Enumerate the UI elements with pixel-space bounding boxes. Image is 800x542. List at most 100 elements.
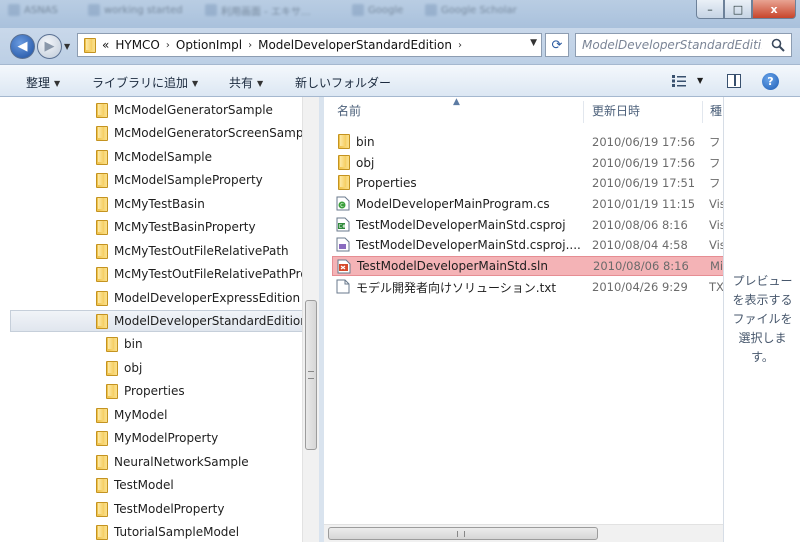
help-icon: ? xyxy=(767,75,774,88)
column-header-name[interactable]: 名前 xyxy=(337,97,361,124)
tree-scrollbar-thumb[interactable] xyxy=(305,300,317,450)
tree-item[interactable]: McModelSampleProperty xyxy=(94,169,263,191)
tree-item[interactable]: McModelSample xyxy=(94,146,212,168)
arrow-left-icon: ◀ xyxy=(17,39,28,54)
navigation-bar: ◀ ▶ ▼ « HYMCO › OptionImpl › ModelDevelo… xyxy=(0,28,800,64)
tree-item[interactable]: ModelDeveloperExpressEdition xyxy=(94,287,300,309)
minimize-button[interactable]: – xyxy=(696,0,724,19)
refresh-icon: ⟳ xyxy=(551,37,563,53)
column-divider[interactable] xyxy=(702,101,703,123)
tree-item[interactable]: TestModel xyxy=(94,474,174,496)
file-row[interactable]: obj 2010/06/19 17:56 フ xyxy=(332,153,723,173)
forward-button[interactable]: ▶ xyxy=(37,34,62,59)
tree-item[interactable]: TutorialSampleModel xyxy=(94,521,239,542)
column-divider[interactable] xyxy=(583,101,584,123)
tree-item[interactable]: McModelGeneratorScreenSample xyxy=(94,122,302,144)
search-icon[interactable] xyxy=(771,38,785,52)
svg-text:C: C xyxy=(340,203,344,209)
caret-down-icon: ▼ xyxy=(257,79,264,88)
folder-icon xyxy=(94,126,108,141)
search-input[interactable] xyxy=(582,38,762,52)
taskbar-thumb: 利用画面 - エキサ... xyxy=(205,2,311,18)
chevron-right-icon[interactable]: › xyxy=(248,40,252,51)
breadcrumb-optionimpl[interactable]: OptionImpl xyxy=(176,38,242,52)
file-row[interactable]: C ModelDeveloperMainProgram.cs 2010/01/1… xyxy=(332,194,723,214)
folder-icon xyxy=(104,361,118,376)
file-list-scrollbar[interactable] xyxy=(324,524,723,542)
folder-icon xyxy=(94,267,108,282)
organize-menu-button[interactable]: 整理 ▼ xyxy=(26,74,60,91)
breadcrumb-current-folder[interactable]: ModelDeveloperStandardEdition xyxy=(258,38,452,52)
tree-item[interactable]: MyModel xyxy=(94,404,167,426)
preview-message: プレビュー を表示する ファイルを 選択しま す。 xyxy=(732,274,793,364)
folder-icon xyxy=(94,150,108,165)
tree-item[interactable]: NeuralNetworkSample xyxy=(94,451,249,473)
tree-scrollbar[interactable] xyxy=(302,97,319,542)
folder-icon xyxy=(94,173,108,188)
folder-icon xyxy=(94,220,108,235)
tree-item-selected[interactable]: ModelDeveloperStandardEdition xyxy=(10,310,302,332)
caret-down-icon: ▼ xyxy=(192,79,199,88)
taskbar-thumb: working started xyxy=(88,2,183,18)
taskbar-thumb: Google Scholar xyxy=(425,2,517,18)
folder-icon xyxy=(94,244,108,259)
arrow-right-icon: ▶ xyxy=(44,39,55,54)
help-button[interactable]: ? xyxy=(762,73,779,90)
close-button[interactable]: x xyxy=(752,0,796,19)
breadcrumb-overflow[interactable]: « xyxy=(102,38,109,52)
tree-item[interactable]: MyModelProperty xyxy=(94,427,218,449)
text-file-icon xyxy=(336,279,350,294)
svg-text:C#: C# xyxy=(339,224,347,230)
add-to-library-menu-button[interactable]: ライブラリに追加 ▼ xyxy=(92,74,198,91)
folder-icon xyxy=(94,478,108,493)
folder-icon xyxy=(94,431,108,446)
tree-item[interactable]: TestModelProperty xyxy=(94,498,224,520)
file-list-scrollbar-thumb[interactable] xyxy=(328,527,598,540)
address-dropdown[interactable]: ▼ xyxy=(530,38,537,48)
folder-icon xyxy=(94,525,108,540)
csproj-file-icon: C# xyxy=(336,217,350,232)
folder-icon xyxy=(104,337,118,352)
view-options-dropdown[interactable]: ▼ xyxy=(697,76,703,85)
back-button[interactable]: ◀ xyxy=(10,34,35,59)
refresh-button[interactable]: ⟳ xyxy=(545,33,569,57)
tree-item[interactable]: McMyTestBasinProperty xyxy=(94,216,256,238)
breadcrumb-hymco[interactable]: HYMCO xyxy=(115,38,160,52)
sort-ascending-icon: ▲ xyxy=(453,97,460,107)
folder-icon xyxy=(336,155,350,170)
tree-item[interactable]: McMyTestOutFileRelativePath xyxy=(94,240,289,262)
folder-icon xyxy=(94,314,108,329)
tree-item[interactable]: McModelGeneratorSample xyxy=(94,99,273,121)
view-options-icon[interactable] xyxy=(672,75,686,87)
tree-item[interactable]: Properties xyxy=(104,380,185,402)
file-row[interactable]: Properties 2010/06/19 17:51 フ xyxy=(332,173,723,193)
column-header-date[interactable]: 更新日時 xyxy=(592,97,640,124)
new-folder-button[interactable]: 新しいフォルダー xyxy=(295,74,391,91)
column-header-type[interactable]: 種 xyxy=(710,97,722,124)
preview-pane: プレビュー を表示する ファイルを 選択しま す。 xyxy=(723,97,800,542)
taskbar-thumb: ASNAS xyxy=(8,2,58,18)
address-bar[interactable]: « HYMCO › OptionImpl › ModelDeveloperSta… xyxy=(77,33,542,57)
folder-icon xyxy=(336,134,350,149)
tree-item[interactable]: McMyTestBasin xyxy=(94,193,205,215)
file-row[interactable]: bin 2010/06/19 17:56 フ xyxy=(332,132,723,152)
solution-file-icon xyxy=(337,259,351,274)
window-controls: – □ x xyxy=(696,0,796,19)
chevron-right-icon[interactable]: › xyxy=(166,40,170,51)
recent-pages-dropdown[interactable]: ▼ xyxy=(64,42,70,51)
folder-icon xyxy=(94,455,108,470)
file-list: ▲ 名前 更新日時 種 bin 2010/06/19 17:56 フ obj 2… xyxy=(324,97,723,542)
file-row[interactable]: C# TestModelDeveloperMainStd.csproj 2010… xyxy=(332,215,723,235)
tree-item[interactable]: bin xyxy=(104,333,143,355)
file-row[interactable]: TestModelDeveloperMainStd.csproj.... 201… xyxy=(332,235,723,255)
search-box[interactable] xyxy=(575,33,792,57)
file-row[interactable]: モデル開発者向けソリューション.txt 2010/04/26 9:29 TX xyxy=(332,277,723,297)
file-row-selected[interactable]: TestModelDeveloperMainStd.sln 2010/08/06… xyxy=(332,256,723,276)
tree-item[interactable]: obj xyxy=(104,357,142,379)
share-menu-button[interactable]: 共有 ▼ xyxy=(229,74,263,91)
maximize-button[interactable]: □ xyxy=(724,0,752,19)
preview-pane-toggle[interactable] xyxy=(727,74,741,88)
chevron-right-icon[interactable]: › xyxy=(458,40,462,51)
tree-item[interactable]: McMyTestOutFileRelativePathProperty xyxy=(94,263,302,285)
folder-icon xyxy=(94,291,108,306)
